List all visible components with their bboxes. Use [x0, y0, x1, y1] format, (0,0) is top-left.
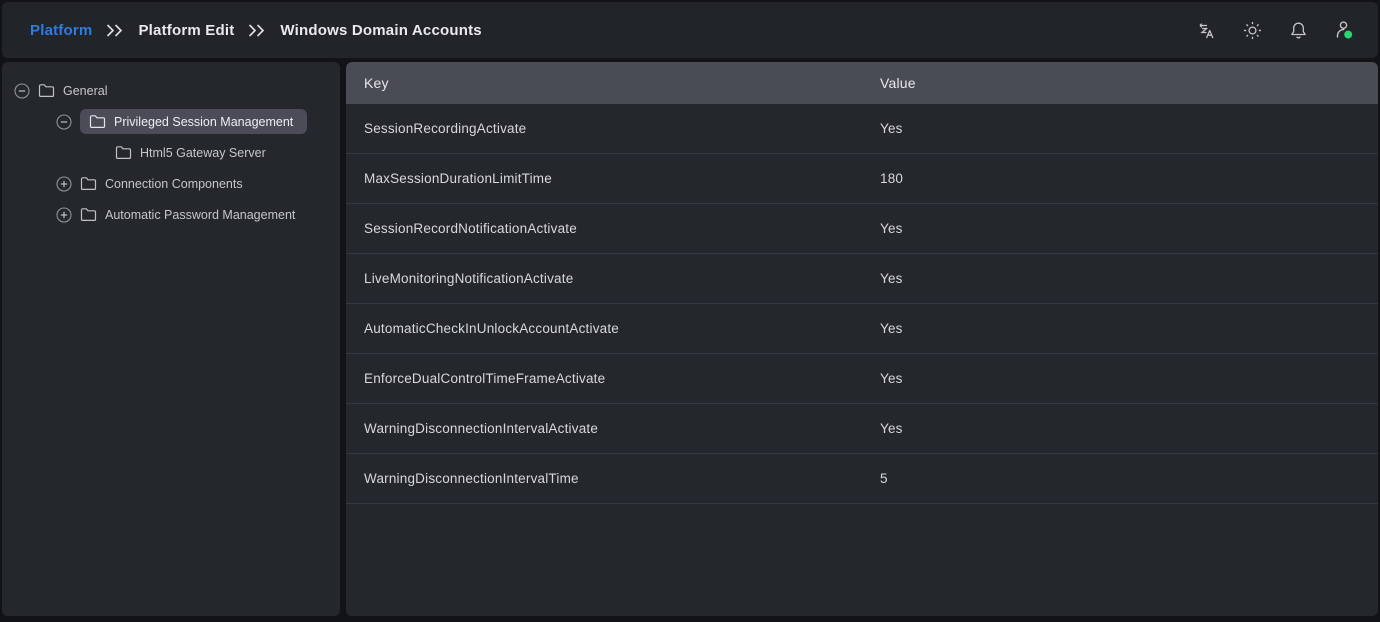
collapse-minus-icon[interactable]: [56, 114, 72, 130]
expand-plus-icon[interactable]: [56, 176, 72, 192]
folder-icon: [80, 176, 97, 191]
table-row[interactable]: WarningDisconnectionIntervalTime 5: [346, 454, 1378, 504]
chevron-right-separator-icon: [106, 24, 124, 37]
param-key: LiveMonitoringNotificationActivate: [346, 271, 880, 286]
tree-node-label: Privileged Session Management: [114, 115, 293, 129]
tree-node-label: General: [63, 84, 107, 98]
tree-node-label: Connection Components: [105, 177, 243, 191]
selected-tree-node[interactable]: Privileged Session Management: [80, 109, 307, 134]
top-bar: Platform Platform Edit Windows Domain Ac…: [2, 2, 1378, 58]
breadcrumb-platform[interactable]: Platform: [30, 22, 92, 39]
param-value: 5: [880, 471, 1378, 486]
online-status-dot: [1344, 31, 1352, 39]
breadcrumb: Platform Platform Edit Windows Domain Ac…: [30, 22, 482, 39]
tree-node-html5-gateway-server[interactable]: Html5 Gateway Server: [2, 137, 340, 168]
param-key: WarningDisconnectionIntervalActivate: [346, 421, 880, 436]
param-key: MaxSessionDurationLimitTime: [346, 171, 880, 186]
param-key: AutomaticCheckInUnlockAccountActivate: [346, 321, 880, 336]
parameters-table-panel: Key Value SessionRecordingActivate Yes M…: [346, 62, 1378, 616]
collapse-minus-icon[interactable]: [14, 83, 30, 99]
translate-icon[interactable]: [1194, 18, 1218, 42]
chevron-right-separator-icon: [248, 24, 266, 37]
expand-plus-icon[interactable]: [56, 207, 72, 223]
table-row[interactable]: LiveMonitoringNotificationActivate Yes: [346, 254, 1378, 304]
param-value: Yes: [880, 121, 1378, 136]
platform-settings-tree-panel: General Privileged Session Management Ht…: [2, 62, 340, 616]
param-key: WarningDisconnectionIntervalTime: [346, 471, 880, 486]
param-value: Yes: [880, 221, 1378, 236]
column-header-key: Key: [346, 75, 880, 91]
param-value: Yes: [880, 271, 1378, 286]
folder-icon: [115, 145, 132, 160]
bell-notifications-icon[interactable]: [1286, 18, 1310, 42]
param-key: SessionRecordingActivate: [346, 121, 880, 136]
table-row[interactable]: WarningDisconnectionIntervalActivate Yes: [346, 404, 1378, 454]
topbar-actions: [1194, 18, 1356, 42]
table-row[interactable]: AutomaticCheckInUnlockAccountActivate Ye…: [346, 304, 1378, 354]
breadcrumb-current-page: Windows Domain Accounts: [280, 22, 481, 39]
param-value: Yes: [880, 321, 1378, 336]
folder-icon: [80, 207, 97, 222]
table-row[interactable]: SessionRecordingActivate Yes: [346, 104, 1378, 154]
tree-node-privileged-session-management[interactable]: Privileged Session Management: [2, 106, 340, 137]
table-row[interactable]: SessionRecordNotificationActivate Yes: [346, 204, 1378, 254]
tree-node-label: Html5 Gateway Server: [140, 146, 266, 160]
tree-node-label: Automatic Password Management: [105, 208, 295, 222]
table-row[interactable]: EnforceDualControlTimeFrameActivate Yes: [346, 354, 1378, 404]
folder-icon: [38, 83, 55, 98]
user-account-icon[interactable]: [1332, 18, 1356, 42]
column-header-value: Value: [880, 75, 1378, 91]
folder-icon: [89, 114, 106, 129]
param-key: EnforceDualControlTimeFrameActivate: [346, 371, 880, 386]
param-value: Yes: [880, 421, 1378, 436]
tree-node-connection-components[interactable]: Connection Components: [2, 168, 340, 199]
param-value: Yes: [880, 371, 1378, 386]
table-header-row: Key Value: [346, 62, 1378, 104]
tree-node-general[interactable]: General: [2, 75, 340, 106]
param-value: 180: [880, 171, 1378, 186]
brightness-theme-icon[interactable]: [1240, 18, 1264, 42]
breadcrumb-platform-edit[interactable]: Platform Edit: [138, 22, 234, 39]
table-row[interactable]: MaxSessionDurationLimitTime 180: [346, 154, 1378, 204]
tree-node-automatic-password-management[interactable]: Automatic Password Management: [2, 199, 340, 230]
param-key: SessionRecordNotificationActivate: [346, 221, 880, 236]
